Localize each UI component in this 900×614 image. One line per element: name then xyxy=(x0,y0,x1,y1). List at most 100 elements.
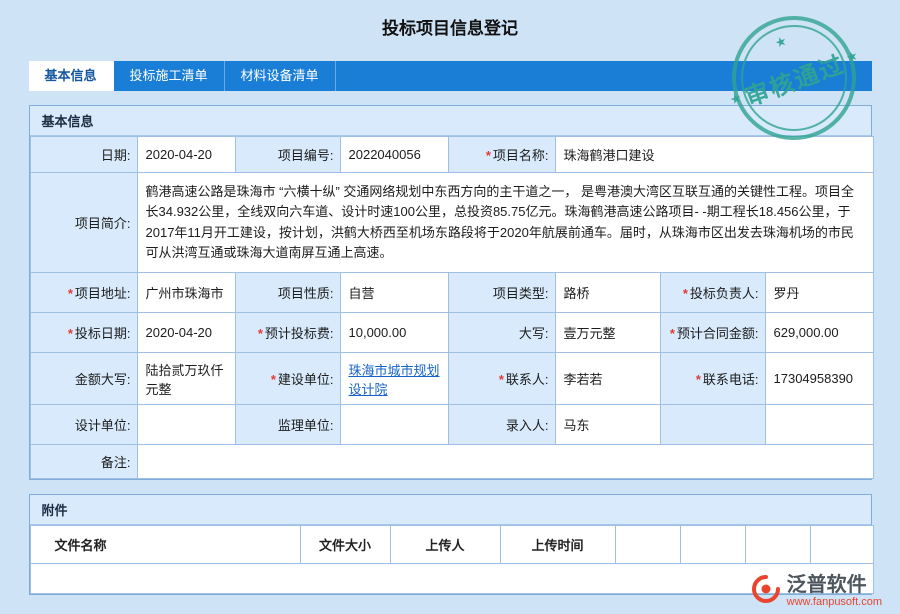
required-mark: * xyxy=(670,326,675,341)
table-row: *项目地址: 广州市珠海市 项目性质: 自营 项目类型: 路桥 *投标负责人: … xyxy=(30,273,873,313)
table-row: 金额大写: 陆拾贰万玖仟元整 *建设单位: 珠海市城市规划设计院 *联系人: 李… xyxy=(30,353,873,405)
remark-value xyxy=(137,445,873,479)
attach-header-empty xyxy=(680,526,745,564)
basic-info-table: 日期: 2020-04-20 项目编号: 2022040056 *项目名称: 珠… xyxy=(30,136,874,479)
project-type-value: 路桥 xyxy=(555,273,660,313)
amount-in-words-value: 陆拾贰万玖仟元整 xyxy=(137,353,235,405)
supervision-unit-value xyxy=(340,405,448,445)
attach-header-file-size: 文件大小 xyxy=(300,526,390,564)
field-label: 建设单位: xyxy=(278,372,334,387)
field-label: 预计合同金额: xyxy=(677,326,759,341)
page-title: 投标项目信息登记 xyxy=(0,14,900,39)
project-name-label: *项目名称: xyxy=(448,137,555,173)
table-row: 日期: 2020-04-20 项目编号: 2022040056 *项目名称: 珠… xyxy=(30,137,873,173)
field-label: 项目性质: xyxy=(278,286,334,301)
basic-info-panel: 基本信息 日期: 2020-04-20 项目编号: 2022040056 *项目… xyxy=(29,105,872,480)
project-address-label: *项目地址: xyxy=(30,273,137,313)
attachments-panel: 附件 文件名称 文件大小 上传人 上传时间 xyxy=(29,494,872,595)
brand-name: 泛普软件 xyxy=(787,575,882,596)
table-row: 项目简介: 鹤港高速公路是珠海市 “六横十纵” 交通网络规划中东西方向的主干道之… xyxy=(30,173,873,273)
table-row: 备注: xyxy=(30,445,873,479)
project-nature-label: 项目性质: xyxy=(235,273,340,313)
field-label: 备注: xyxy=(101,455,131,470)
field-label: 金额大写: xyxy=(75,372,131,387)
project-type-label: 项目类型: xyxy=(448,273,555,313)
date-label: 日期: xyxy=(30,137,137,173)
brand-url[interactable]: www.fanpusoft.com xyxy=(787,596,882,608)
required-mark: * xyxy=(683,286,688,301)
field-label: 项目简介: xyxy=(75,216,131,231)
table-row: 设计单位: 监理单位: 录入人: 马东 xyxy=(30,405,873,445)
construction-unit-link[interactable]: 珠海市城市规划设计院 xyxy=(349,363,440,397)
attachments-empty-row xyxy=(30,564,873,594)
entry-person-label: 录入人: xyxy=(448,405,555,445)
estimated-contract-amount-value: 629,000.00 xyxy=(765,313,873,353)
project-intro-label: 项目简介: xyxy=(30,173,137,273)
tab-bar: 基本信息 投标施工清单 材料设备清单 xyxy=(29,61,872,91)
attach-header-empty xyxy=(745,526,810,564)
field-label: 大写: xyxy=(519,326,549,341)
project-nature-value: 自营 xyxy=(340,273,448,313)
field-label: 投标日期: xyxy=(75,326,131,341)
required-mark: * xyxy=(258,326,263,341)
table-row: 文件名称 文件大小 上传人 上传时间 xyxy=(30,526,873,564)
main-content: 基本信息 投标施工清单 材料设备清单 基本信息 日期: 2020-04-20 项… xyxy=(29,61,872,595)
field-label: 项目类型: xyxy=(493,286,549,301)
empty-value-cell xyxy=(765,405,873,445)
project-address-value: 广州市珠海市 xyxy=(137,273,235,313)
required-mark: * xyxy=(68,326,73,341)
contact-phone-value: 17304958390 xyxy=(765,353,873,405)
attach-header-empty xyxy=(615,526,680,564)
field-label: 投标负责人: xyxy=(690,286,759,301)
required-mark: * xyxy=(486,148,491,163)
supervision-unit-label: 监理单位: xyxy=(235,405,340,445)
project-no-value: 2022040056 xyxy=(340,137,448,173)
estimated-bid-fee-value: 10,000.00 xyxy=(340,313,448,353)
field-label: 项目编号: xyxy=(278,148,334,163)
construction-unit-label: *建设单位: xyxy=(235,353,340,405)
basic-info-section-title: 基本信息 xyxy=(30,106,871,136)
field-label: 设计单位: xyxy=(75,418,131,433)
estimated-contract-amount-label: *预计合同金额: xyxy=(660,313,765,353)
field-label: 日期: xyxy=(101,148,131,163)
table-row xyxy=(30,564,873,594)
fee-in-words-label: 大写: xyxy=(448,313,555,353)
construction-unit-value: 珠海市城市规划设计院 xyxy=(340,353,448,405)
estimated-bid-fee-label: *预计投标费: xyxy=(235,313,340,353)
field-label: 监理单位: xyxy=(278,418,334,433)
attach-header-file-name: 文件名称 xyxy=(30,526,300,564)
contact-person-value: 李若若 xyxy=(555,353,660,405)
attach-header-uploader: 上传人 xyxy=(390,526,500,564)
bid-date-label: *投标日期: xyxy=(30,313,137,353)
remark-label: 备注: xyxy=(30,445,137,479)
empty-label-cell xyxy=(660,405,765,445)
required-mark: * xyxy=(696,372,701,387)
fanpu-logo-icon xyxy=(752,575,780,608)
contact-person-label: *联系人: xyxy=(448,353,555,405)
table-row: *投标日期: 2020-04-20 *预计投标费: 10,000.00 大写: … xyxy=(30,313,873,353)
attach-header-empty xyxy=(810,526,873,564)
tab-bid-construction-list[interactable]: 投标施工清单 xyxy=(114,61,225,91)
brand-text: 泛普软件 www.fanpusoft.com xyxy=(787,575,882,608)
attachments-table: 文件名称 文件大小 上传人 上传时间 xyxy=(30,525,874,594)
date-value: 2020-04-20 xyxy=(137,137,235,173)
field-label: 联系电话: xyxy=(703,372,759,387)
footer-brand: 泛普软件 www.fanpusoft.com xyxy=(752,575,882,608)
design-unit-label: 设计单位: xyxy=(30,405,137,445)
required-mark: * xyxy=(68,286,73,301)
amount-in-words-label: 金额大写: xyxy=(30,353,137,405)
fee-in-words-value: 壹万元整 xyxy=(555,313,660,353)
design-unit-value xyxy=(137,405,235,445)
attachments-section-title: 附件 xyxy=(30,495,871,525)
tab-material-equipment-list[interactable]: 材料设备清单 xyxy=(225,61,336,91)
project-no-label: 项目编号: xyxy=(235,137,340,173)
project-name-value: 珠海鹤港口建设 xyxy=(555,137,873,173)
field-label: 联系人: xyxy=(506,372,549,387)
bid-date-value: 2020-04-20 xyxy=(137,313,235,353)
entry-person-value: 马东 xyxy=(555,405,660,445)
contact-phone-label: *联系电话: xyxy=(660,353,765,405)
required-mark: * xyxy=(271,372,276,387)
field-label: 录入人: xyxy=(506,418,549,433)
field-label: 预计投标费: xyxy=(265,326,334,341)
tab-basic-info[interactable]: 基本信息 xyxy=(29,61,114,91)
